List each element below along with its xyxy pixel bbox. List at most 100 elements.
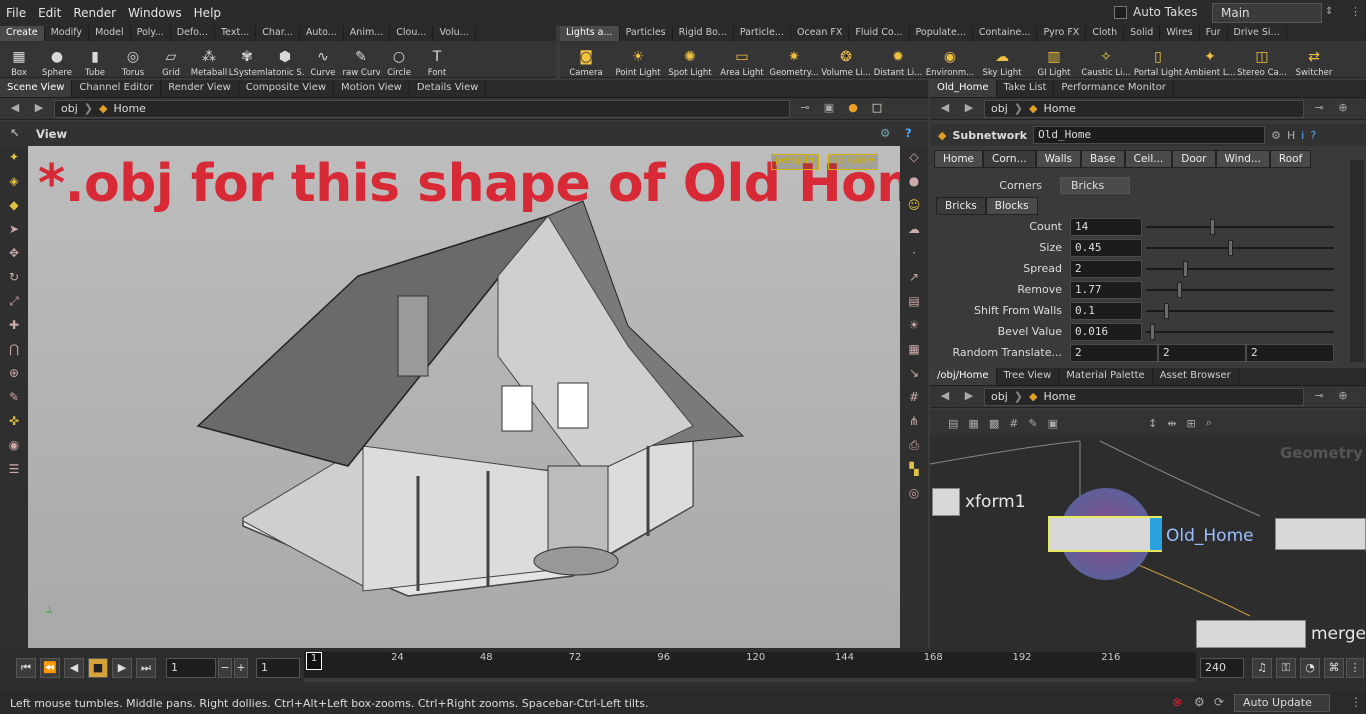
obj-path[interactable]: obj — [991, 390, 1008, 403]
param-scrollbar[interactable] — [1350, 160, 1364, 362]
tab-motion-view[interactable]: Motion View — [334, 80, 410, 97]
cook-icon[interactable]: ⟳ — [1214, 695, 1224, 709]
subtab-blocks[interactable]: Blocks — [985, 197, 1038, 215]
network-editor[interactable]: Geometry xform1 Old_Home merge — [930, 436, 1366, 648]
home-path[interactable]: Home — [113, 102, 145, 115]
subtab-bricks[interactable]: Bricks — [936, 197, 986, 215]
menu-render[interactable]: Render — [67, 6, 122, 20]
folder-tab-home[interactable]: Home — [934, 150, 984, 168]
auto-takes-checkbox[interactable] — [1114, 5, 1127, 19]
shelf-tab-text[interactable]: Text... — [215, 26, 257, 41]
tool-draw-curve[interactable]: ✎ Draw Curve — [342, 41, 380, 78]
tab-tree-view[interactable]: Tree View — [997, 368, 1060, 385]
timeline-menu-icon[interactable]: ⋮ — [1346, 658, 1364, 678]
shelf-tab-fur[interactable]: Fur — [1200, 26, 1228, 41]
param-slider-count[interactable] — [1146, 218, 1334, 235]
display-cube-icon[interactable]: ▣ — [820, 101, 838, 117]
shelf-tab-ocean-fx[interactable]: Ocean FX — [791, 26, 850, 41]
tool-spot-light[interactable]: ✺ Spot Light — [664, 41, 716, 78]
texture-icon[interactable]: ▦ — [904, 342, 924, 362]
update-menu-icon[interactable]: ⋮ — [1350, 695, 1362, 709]
folder-tab-corn[interactable]: Corn... — [983, 150, 1036, 168]
tool-point-light[interactable]: ☀ Point Light — [612, 41, 664, 78]
path-field[interactable]: obj ❯ ◆ Home — [54, 99, 790, 118]
forward-arrow-icon[interactable]: ▶ — [960, 389, 978, 405]
tab-obj-home[interactable]: /obj/Home — [930, 368, 997, 385]
tool-metaball[interactable]: ⁂ Metaball — [190, 41, 228, 78]
shelf-tab-anim[interactable]: Anim... — [344, 26, 391, 41]
gear-icon[interactable]: ⚙ — [1271, 129, 1281, 142]
frame-increment-icon[interactable]: + — [234, 658, 248, 678]
shelf-tab-populate[interactable]: Populate... — [910, 26, 973, 41]
shelf-tab-cloth[interactable]: Cloth — [1086, 26, 1125, 41]
display-flag[interactable] — [1150, 518, 1162, 550]
layer-icon[interactable]: ☰ — [4, 462, 24, 482]
menu-windows[interactable]: Windows — [122, 6, 188, 20]
view-tools-icon[interactable]: ⚙ — [880, 126, 890, 140]
pointer-icon[interactable]: ➤ — [4, 222, 24, 242]
jump-end-icon[interactable]: ⏭ — [136, 658, 156, 678]
tab-details-view[interactable]: Details View — [410, 80, 487, 97]
guide-icon[interactable]: ⋔ — [904, 414, 924, 434]
tool-sphere[interactable]: ● Sphere — [38, 41, 76, 78]
corners-menu[interactable]: Bricks — [1060, 176, 1130, 194]
auto-update-select[interactable]: Auto Update — [1234, 694, 1330, 712]
help-icon[interactable]: ? — [1310, 129, 1316, 142]
net-path-field[interactable]: obj ❯ ◆ Home — [984, 387, 1304, 406]
node-old-home[interactable] — [1048, 516, 1162, 552]
pin-icon[interactable]: ⊸ — [1310, 101, 1328, 117]
tool-box[interactable]: ▦ Box — [0, 41, 38, 78]
node-geometry[interactable] — [1275, 518, 1366, 550]
view-arrow-icon[interactable]: ↖ — [10, 126, 20, 140]
shelf-tab-rigid-bo[interactable]: Rigid Bo... — [673, 26, 734, 41]
play-icon[interactable]: ▶ — [112, 658, 132, 678]
brush-icon[interactable]: ✎ — [4, 390, 24, 410]
path-field-right[interactable]: obj ❯ ◆ Home — [984, 99, 1304, 118]
node-name-field[interactable]: Old_Home — [1033, 126, 1266, 144]
param-slider-remove[interactable] — [1146, 281, 1334, 298]
random-x-field[interactable]: 2 — [1070, 343, 1158, 362]
shelf-tab-char[interactable]: Char... — [256, 26, 300, 41]
tool-torus[interactable]: ◎ Torus — [114, 41, 152, 78]
param-field-size[interactable]: 0.45 — [1070, 238, 1142, 257]
home-path[interactable]: Home — [1043, 102, 1075, 115]
sticky-note-icon[interactable]: ✎ — [1028, 417, 1037, 430]
param-field-bevel-value[interactable]: 0.016 — [1070, 322, 1142, 341]
transform-icon[interactable]: ◈ — [4, 174, 24, 194]
param-slider-bevel-value[interactable] — [1146, 323, 1334, 340]
tool-sky-light[interactable]: ☁ Sky Light — [976, 41, 1028, 78]
realtime-icon[interactable]: ◔ — [1300, 658, 1320, 678]
quad-view-icon[interactable]: ▚ — [904, 462, 924, 482]
tab-composite-view[interactable]: Composite View — [239, 80, 335, 97]
slider-knob[interactable] — [1177, 281, 1183, 298]
link-icon[interactable]: ⊕ — [1334, 389, 1352, 405]
tab-performance-monitor[interactable]: Performance Monitor — [1054, 80, 1174, 97]
tool-font[interactable]: T Font — [418, 41, 456, 78]
pin-icon[interactable]: ⊸ — [796, 101, 814, 117]
magnet-icon[interactable]: ⋂ — [4, 342, 24, 362]
color-palette-icon[interactable]: ▩ — [989, 417, 999, 430]
help-icon[interactable]: ? — [905, 126, 912, 140]
desktop-menu-icon[interactable]: ⋮ — [1350, 5, 1361, 21]
shelf-tab-defo[interactable]: Defo... — [171, 26, 215, 41]
tool-circle[interactable]: ○ Circle — [380, 41, 418, 78]
tool-volume-li[interactable]: ❂ Volume Li... — [820, 41, 872, 78]
param-slider-shift-from-walls[interactable] — [1146, 302, 1334, 319]
shaded-icon[interactable]: ● — [904, 174, 924, 194]
frame-decrement-icon[interactable]: − — [218, 658, 232, 678]
normal-display-icon[interactable]: ↗ — [904, 270, 924, 290]
camera-lock-icon[interactable]: ☺ — [904, 198, 924, 218]
slider-knob[interactable] — [1182, 260, 1188, 277]
tab-render-view[interactable]: Render View — [161, 80, 239, 97]
step-back-icon[interactable]: ⏪ — [40, 658, 60, 678]
snap-grid-icon[interactable]: ⊞ — [1187, 417, 1196, 430]
global-anim-icon[interactable]: ⌘ — [1324, 658, 1344, 678]
handle-icon[interactable]: ◆ — [4, 198, 24, 218]
param-field-remove[interactable]: 1.77 — [1070, 280, 1142, 299]
shelf-tab-auto[interactable]: Auto... — [300, 26, 344, 41]
link-icon[interactable]: ⊕ — [1334, 101, 1352, 117]
home-path[interactable]: Home — [1043, 390, 1075, 403]
param-slider-spread[interactable] — [1146, 260, 1334, 277]
shelf-tab-fluid-co[interactable]: Fluid Co... — [849, 26, 910, 41]
list-icon[interactable]: ▤ — [948, 417, 958, 430]
